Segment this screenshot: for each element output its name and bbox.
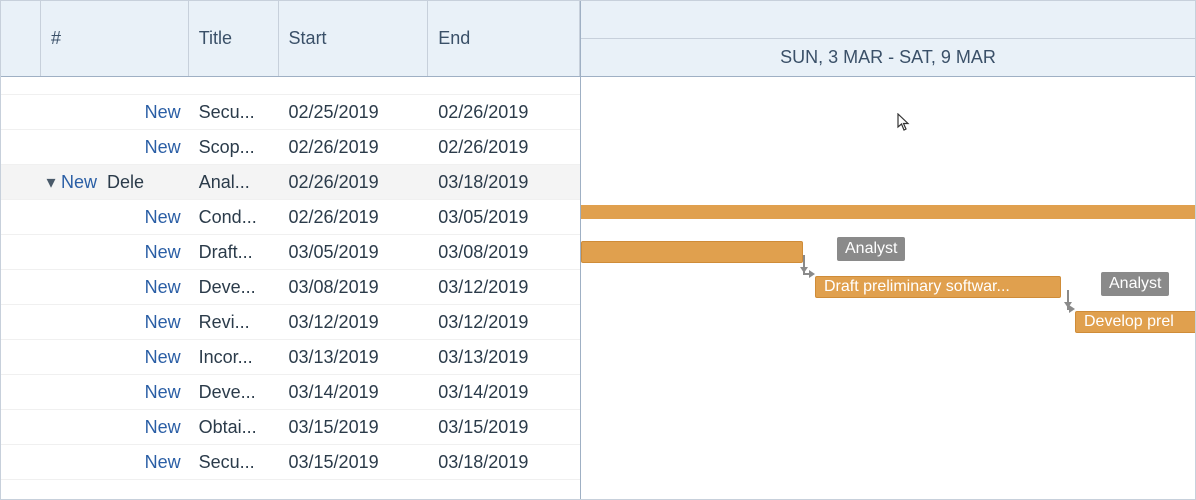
timeline-header-top <box>581 1 1195 39</box>
gantt-view: # Title Start End NewDefin...02/21/20190… <box>0 0 1196 500</box>
row-start: 03/12/2019 <box>279 312 429 333</box>
timeline-header: SUN, 3 MAR - SAT, 9 MAR <box>581 1 1195 77</box>
row-title: Draft... <box>189 242 279 263</box>
row-badge: New <box>1 102 189 123</box>
row-badge: New <box>1 452 189 473</box>
gantt-summary-bar[interactable] <box>581 205 1195 219</box>
row-start: 02/26/2019 <box>279 207 429 228</box>
row-title: Cond... <box>189 207 279 228</box>
row-title: Incor... <box>189 347 279 368</box>
table-row[interactable]: NewIncor...03/13/201903/13/2019 <box>1 340 580 375</box>
resource-tag-analyst: Analyst <box>1101 272 1169 296</box>
row-end: 03/18/2019 <box>428 172 580 193</box>
row-start: 03/05/2019 <box>279 242 429 263</box>
table-row[interactable]: NewObtai...03/15/201903/15/2019 <box>1 410 580 445</box>
row-title: Secu... <box>189 102 279 123</box>
row-end: 03/12/2019 <box>428 312 580 333</box>
row-start: 02/26/2019 <box>279 137 429 158</box>
row-start: 03/15/2019 <box>279 452 429 473</box>
row-title: Obtai... <box>189 417 279 438</box>
row-end: 03/18/2019 <box>428 452 580 473</box>
gantt-bar-draft[interactable]: Draft preliminary softwar... <box>815 276 1061 298</box>
table-row[interactable]: NewScop...02/26/201902/26/2019 <box>1 130 580 165</box>
row-end: 03/15/2019 <box>428 417 580 438</box>
row-title: Scop... <box>189 137 279 158</box>
row-start: 03/14/2019 <box>279 382 429 403</box>
col-header-title[interactable]: Title <box>189 1 279 76</box>
row-badge: ▾New Dele <box>1 172 189 193</box>
table-group-row[interactable]: ▾New DeleAnal...02/26/201903/18/2019 <box>1 165 580 200</box>
row-end: 03/13/2019 <box>428 347 580 368</box>
row-badge: New <box>1 77 189 82</box>
row-start: 03/08/2019 <box>279 277 429 298</box>
table-row[interactable]: NewDefin...02/21/201902/24/2019 <box>1 77 580 95</box>
row-badge: New <box>1 277 189 298</box>
table-row[interactable]: NewDeve...03/14/201903/14/2019 <box>1 375 580 410</box>
row-title: Revi... <box>189 312 279 333</box>
row-title: Secu... <box>189 452 279 473</box>
cursor-icon <box>897 113 911 136</box>
row-start: 02/25/2019 <box>279 102 429 123</box>
row-start: 03/15/2019 <box>279 417 429 438</box>
grid-body[interactable]: NewDefin...02/21/201902/24/2019NewSecu..… <box>1 77 580 499</box>
row-end: 03/12/2019 <box>428 277 580 298</box>
row-title: Defin... <box>189 77 279 82</box>
row-badge: New <box>1 242 189 263</box>
row-end: 03/14/2019 <box>428 382 580 403</box>
row-start: 03/13/2019 <box>279 347 429 368</box>
row-title: Deve... <box>189 382 279 403</box>
row-badge: New <box>1 312 189 333</box>
resource-tag-analyst: Analyst <box>837 237 905 261</box>
timeline-range-label[interactable]: SUN, 3 MAR - SAT, 9 MAR <box>581 39 1195 76</box>
chevron-down-icon[interactable]: ▾ <box>45 172 57 193</box>
table-row[interactable]: NewRevi...03/12/201903/12/2019 <box>1 305 580 340</box>
timeline-body[interactable]: Analyst Draft preliminary softwar... Ana… <box>581 77 1195 499</box>
table-row[interactable]: NewDraft...03/05/201903/08/2019 <box>1 235 580 270</box>
col-header-start[interactable]: Start <box>279 1 429 76</box>
row-start: 02/26/2019 <box>279 172 429 193</box>
gantt-bar-develop[interactable]: Develop prel <box>1075 311 1195 333</box>
table-row[interactable]: NewSecu...03/15/201903/18/2019 <box>1 445 580 480</box>
row-end: 03/08/2019 <box>428 242 580 263</box>
row-end: 03/05/2019 <box>428 207 580 228</box>
grid-header: # Title Start End <box>1 1 580 77</box>
col-toggle <box>1 1 41 76</box>
row-badge: New <box>1 382 189 403</box>
row-badge: New <box>1 137 189 158</box>
row-start: 02/21/2019 <box>279 77 429 82</box>
col-header-end[interactable]: End <box>428 1 580 76</box>
row-badge: New <box>1 207 189 228</box>
row-end: 02/26/2019 <box>428 102 580 123</box>
timeline-pane: SUN, 3 MAR - SAT, 9 MAR Analyst Draft pr… <box>581 1 1195 499</box>
grid-pane: # Title Start End NewDefin...02/21/20190… <box>1 1 581 499</box>
row-title: Deve... <box>189 277 279 298</box>
row-badge: New <box>1 417 189 438</box>
row-badge: New <box>1 347 189 368</box>
table-row[interactable]: NewCond...02/26/201903/05/2019 <box>1 200 580 235</box>
row-title: Anal... <box>189 172 279 193</box>
col-header-num[interactable]: # <box>41 1 189 76</box>
row-end: 02/26/2019 <box>428 137 580 158</box>
row-end: 02/24/2019 <box>428 77 580 82</box>
gantt-bar-conduct[interactable] <box>581 241 803 263</box>
table-row[interactable]: NewDeve...03/08/201903/12/2019 <box>1 270 580 305</box>
table-row[interactable]: NewSecu...02/25/201902/26/2019 <box>1 95 580 130</box>
